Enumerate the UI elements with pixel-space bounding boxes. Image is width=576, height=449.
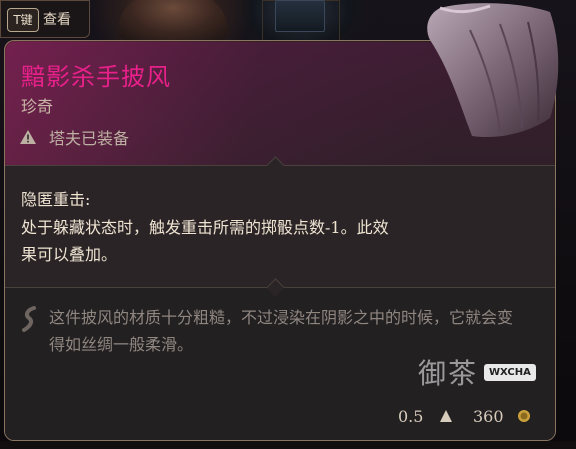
t-key-icon: T键 (7, 8, 39, 32)
inspect-key-hint[interactable]: T键 查看 (0, 0, 90, 38)
item-rarity: 珍奇 (21, 97, 54, 116)
boots-slot-icon[interactable] (275, 0, 325, 32)
weight-icon (440, 410, 452, 422)
equipped-status: 塔夫已装备 (19, 125, 129, 149)
item-name: 黯影杀手披风 (21, 63, 171, 91)
character-portrait (118, 0, 228, 40)
watermark: 御茶 WXCHA (418, 352, 536, 392)
bottom-scene-strip (0, 441, 576, 449)
passive-section: 隐匿重击: 处于躲藏状态时，触发重击所需的掷骰点数-1。此效果可以叠加。 (5, 166, 555, 287)
equipped-by-text: 塔夫已装备 (49, 129, 130, 148)
passive-description: 处于躲藏状态时，触发重击所需的掷骰点数-1。此效果可以叠加。 (21, 218, 389, 264)
warning-triangle-icon (20, 130, 36, 144)
quill-icon (22, 306, 36, 332)
coin-icon (518, 410, 530, 422)
cloak-icon (427, 3, 559, 138)
item-weight: 0.5 (398, 407, 424, 426)
lore-text: 这件披风的材质十分粗糙，不过浸染在阴影之中的时候，它就会变得如丝绸一般柔滑。 (49, 308, 514, 354)
passive-title: 隐匿重击: (21, 190, 91, 209)
watermark-text: 御茶 (418, 357, 479, 390)
watermark-tag: WXCHA (484, 363, 536, 381)
item-price: 360 (473, 407, 504, 426)
inspect-label: 查看 (43, 12, 71, 28)
